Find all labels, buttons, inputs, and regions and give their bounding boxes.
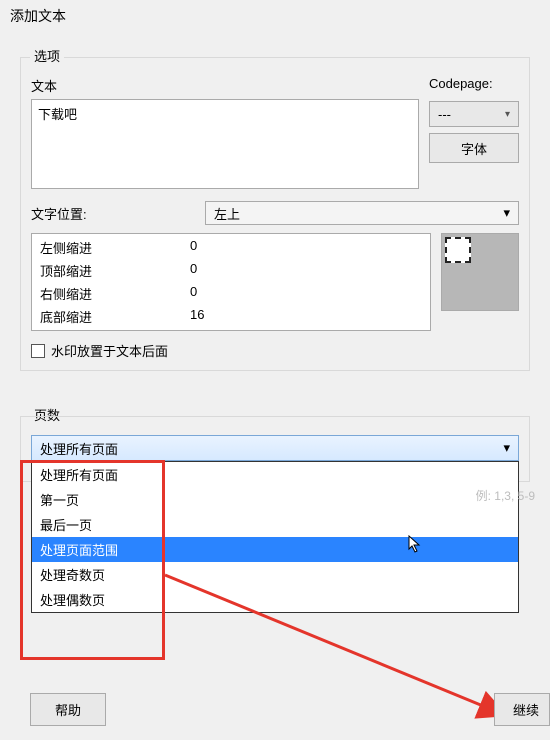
pages-select-list[interactable]: 处理所有页面第一页最后一页处理页面范围处理奇数页处理偶数页 xyxy=(31,461,519,613)
indent-right-value[interactable]: 0 xyxy=(182,282,205,305)
pages-selected-value: 处理所有页面 xyxy=(40,439,118,458)
help-button[interactable]: 帮助 xyxy=(30,693,106,726)
codepage-value: --- xyxy=(438,107,451,122)
indent-table[interactable]: 左侧缩进 0 顶部缩进 0 右侧缩进 0 底部缩进 16 xyxy=(31,233,431,331)
indent-bottom-label: 底部缩进 xyxy=(32,305,182,328)
text-input[interactable]: 下载吧 xyxy=(31,99,419,189)
codepage-label: Codepage: xyxy=(429,76,519,91)
font-button[interactable]: 字体 xyxy=(429,133,519,163)
watermark-behind-checkbox[interactable] xyxy=(31,344,45,358)
indent-top-value[interactable]: 0 xyxy=(182,259,205,282)
table-row: 左侧缩进 0 xyxy=(32,236,430,259)
pages-option[interactable]: 处理页面范围 xyxy=(32,537,518,562)
table-row: 右侧缩进 0 xyxy=(32,282,430,305)
table-row: 底部缩进 16 xyxy=(32,305,430,328)
pages-group: 页数 处理所有页面 ▾ 处理所有页面第一页最后一页处理页面范围处理奇数页处理偶数… xyxy=(20,397,530,482)
indent-left-label: 左侧缩进 xyxy=(32,236,182,259)
indent-left-value[interactable]: 0 xyxy=(182,236,205,259)
pages-option[interactable]: 处理所有页面 xyxy=(32,462,518,487)
chevron-down-icon: ▾ xyxy=(505,109,510,120)
color-swatch[interactable] xyxy=(441,233,519,311)
options-group: 选项 文本 下载吧 Codepage: --- ▾ 字体 文字位置: 左上 ▾ xyxy=(20,38,530,371)
indent-top-label: 顶部缩进 xyxy=(32,259,182,282)
pages-option[interactable]: 最后一页 xyxy=(32,512,518,537)
indent-bottom-value[interactable]: 16 xyxy=(182,305,212,328)
continue-button[interactable]: 继续 xyxy=(494,693,550,726)
footer-bar: 帮助 继续 xyxy=(30,693,550,726)
window-title: 添加文本 xyxy=(0,0,550,32)
pages-select[interactable]: 处理所有页面 ▾ 处理所有页面第一页最后一页处理页面范围处理奇数页处理偶数页 xyxy=(31,435,519,461)
pages-option[interactable]: 第一页 xyxy=(32,487,518,512)
watermark-behind-label: 水印放置于文本后面 xyxy=(51,341,168,360)
position-value: 左上 xyxy=(214,204,240,223)
cursor-icon xyxy=(408,535,424,558)
codepage-select[interactable]: --- ▾ xyxy=(429,101,519,127)
table-row: 顶部缩进 0 xyxy=(32,259,430,282)
pages-option[interactable]: 处理奇数页 xyxy=(32,562,518,587)
options-group-label: 选项 xyxy=(30,46,64,65)
text-label: 文本 xyxy=(31,76,419,95)
chevron-down-icon: ▾ xyxy=(503,440,510,456)
example-hint: 例: 1,3, 5-9 xyxy=(476,487,535,504)
chevron-down-icon: ▾ xyxy=(503,205,510,221)
position-select[interactable]: 左上 ▾ xyxy=(205,201,519,225)
position-label: 文字位置: xyxy=(31,204,191,223)
indent-right-label: 右侧缩进 xyxy=(32,282,182,305)
pages-option[interactable]: 处理偶数页 xyxy=(32,587,518,612)
